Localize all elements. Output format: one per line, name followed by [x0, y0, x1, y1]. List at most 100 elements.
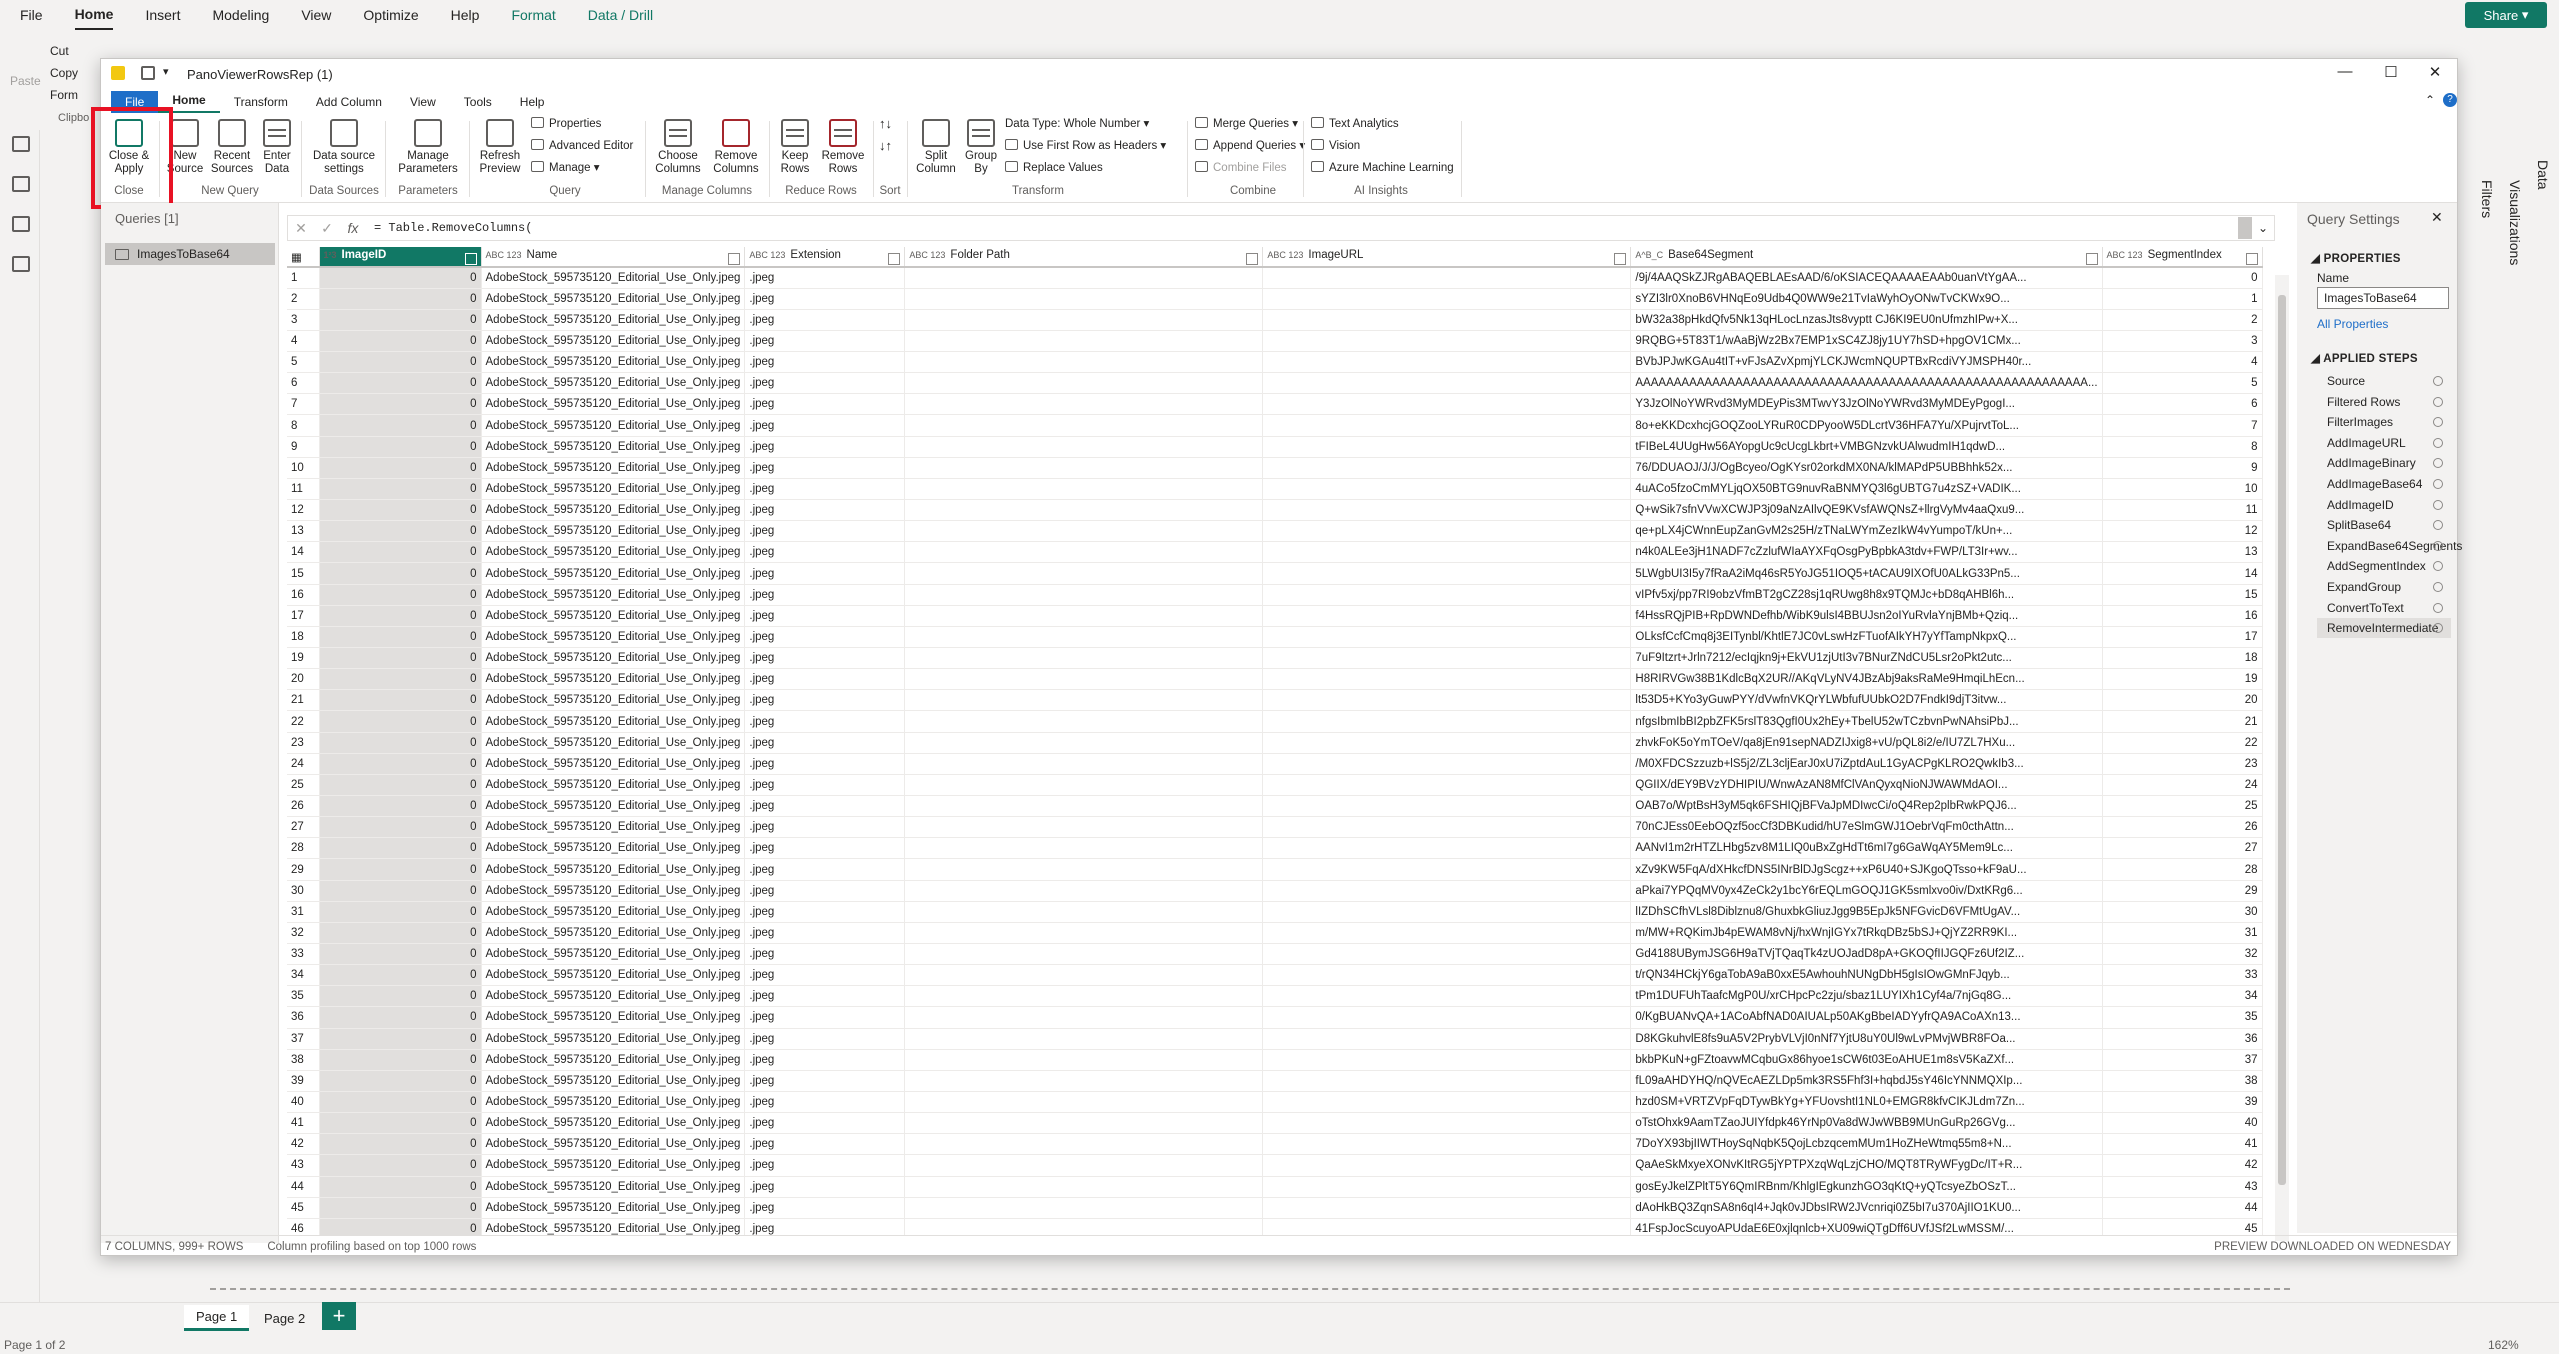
- table-row[interactable]: 4 0 AdobeStock_595735120_Editorial_Use_Onl…: [287, 330, 2263, 353]
- cell-segment-index[interactable]: 38: [2102, 1070, 2263, 1092]
- column-filter-dropdown-icon[interactable]: [2245, 252, 2258, 265]
- pq-tab-transform[interactable]: Transform: [220, 91, 302, 113]
- cell-segment-index[interactable]: 27: [2102, 837, 2263, 860]
- table-row[interactable]: 11 0 AdobeStock_595735120_Editorial_Use_On…: [287, 478, 2263, 501]
- row-number[interactable]: 37: [287, 1028, 320, 1050]
- cell-folder-path[interactable]: [904, 499, 1264, 522]
- cell-extension[interactable]: .jpeg: [744, 309, 906, 331]
- cell-image-id[interactable]: 0: [319, 901, 482, 923]
- cell-base64-segment[interactable]: tFIBeL4UUgHw56AYopgUc9cUcgLkbrt+VMBGNzvk…: [1630, 436, 2103, 458]
- pq-tab-view[interactable]: View: [396, 91, 450, 113]
- cell-image-id[interactable]: 0: [319, 837, 482, 860]
- cell-folder-path[interactable]: [904, 626, 1264, 649]
- cell-image-id[interactable]: 0: [319, 880, 482, 902]
- cell-base64-segment[interactable]: 76/DDUAOJ/J/J/OgBcyeo/OgKYsr02orkdMX0NA/…: [1630, 457, 2103, 479]
- cell-extension[interactable]: .jpeg: [744, 288, 906, 310]
- cell-name[interactable]: AdobeStock_595735120_Editorial_Use_Only.…: [481, 668, 746, 691]
- cell-name[interactable]: AdobeStock_595735120_Editorial_Use_Only.…: [481, 964, 746, 987]
- table-row[interactable]: 18 0 AdobeStock_595735120_Editorial_Use_On…: [287, 626, 2263, 649]
- table-row[interactable]: 42 0 AdobeStock_595735120_Editorial_Use_On…: [287, 1133, 2263, 1156]
- cell-image-id[interactable]: 0: [319, 626, 482, 649]
- cell-base64-segment[interactable]: qe+pLX4jCWnnEupZanGvM2s25H/zTNaLWYmZezIk…: [1630, 520, 2103, 543]
- cell-extension[interactable]: .jpeg: [744, 541, 906, 564]
- row-number[interactable]: 3: [287, 309, 320, 331]
- cell-image-url[interactable]: [1262, 1049, 1632, 1071]
- cell-folder-path[interactable]: [904, 541, 1264, 564]
- cell-base64-segment[interactable]: 70nCJEss0EebOQzf5ocCf3DBKudid/hU7eSlmGWJ…: [1630, 816, 2103, 839]
- cell-image-id[interactable]: 0: [319, 605, 482, 627]
- cell-extension[interactable]: .jpeg: [744, 351, 906, 374]
- cell-name[interactable]: AdobeStock_595735120_Editorial_Use_Only.…: [481, 372, 746, 395]
- cell-segment-index[interactable]: 5: [2102, 372, 2263, 395]
- cell-image-url[interactable]: [1262, 943, 1632, 966]
- cell-image-url[interactable]: [1262, 393, 1632, 416]
- sort-ascending-icon[interactable]: ↑↓: [879, 113, 892, 135]
- cell-image-id[interactable]: 0: [319, 964, 482, 987]
- cell-segment-index[interactable]: 14: [2102, 562, 2263, 585]
- cell-folder-path[interactable]: [904, 309, 1264, 331]
- column-header-imageid[interactable]: 1²3 ImageID: [319, 247, 482, 268]
- row-number[interactable]: 10: [287, 457, 320, 479]
- cell-image-id[interactable]: 0: [319, 1133, 482, 1156]
- applied-step-addsegmentindex[interactable]: AddSegmentIndex: [2317, 556, 2451, 576]
- cell-name[interactable]: AdobeStock_595735120_Editorial_Use_Only.…: [481, 1070, 746, 1092]
- cell-base64-segment[interactable]: 4uACo5fzoCmMYLjqOX50BTG9nuvRaBNMYQ3l6gUB…: [1630, 478, 2103, 501]
- cell-folder-path[interactable]: [904, 1028, 1264, 1050]
- cell-folder-path[interactable]: [904, 605, 1264, 627]
- applied-step-addimagebinary[interactable]: AddImageBinary: [2317, 453, 2451, 473]
- cell-name[interactable]: AdobeStock_595735120_Editorial_Use_Only.…: [481, 267, 746, 289]
- column-filter-dropdown-icon[interactable]: [464, 252, 477, 265]
- cell-name[interactable]: AdobeStock_595735120_Editorial_Use_Only.…: [481, 922, 746, 945]
- table-row[interactable]: 5 0 AdobeStock_595735120_Editorial_Use_Onl…: [287, 351, 2263, 374]
- table-row[interactable]: 32 0 AdobeStock_595735120_Editorial_Use_On…: [287, 922, 2263, 945]
- cell-extension[interactable]: .jpeg: [744, 499, 906, 522]
- cell-folder-path[interactable]: [904, 288, 1264, 310]
- cell-name[interactable]: AdobeStock_595735120_Editorial_Use_Only.…: [481, 584, 746, 606]
- cell-name[interactable]: AdobeStock_595735120_Editorial_Use_Only.…: [481, 1154, 746, 1177]
- table-row[interactable]: 43 0 AdobeStock_595735120_Editorial_Use_On…: [287, 1154, 2263, 1177]
- cell-segment-index[interactable]: 42: [2102, 1154, 2263, 1177]
- cell-image-url[interactable]: [1262, 1006, 1632, 1029]
- cell-segment-index[interactable]: 28: [2102, 858, 2263, 881]
- cell-base64-segment[interactable]: 8o+eKKDcxhcjGOQZooLYRuR0CDPyooW5DLcrtV36…: [1630, 414, 2103, 437]
- cell-name[interactable]: AdobeStock_595735120_Editorial_Use_Only.…: [481, 393, 746, 416]
- cell-extension[interactable]: .jpeg: [744, 626, 906, 649]
- cell-name[interactable]: AdobeStock_595735120_Editorial_Use_Only.…: [481, 1028, 746, 1050]
- cell-folder-path[interactable]: [904, 880, 1264, 902]
- applied-step-addimageurl[interactable]: AddImageURL: [2317, 433, 2451, 453]
- row-number[interactable]: 39: [287, 1070, 320, 1092]
- cell-image-id[interactable]: 0: [319, 562, 482, 585]
- cell-folder-path[interactable]: [904, 436, 1264, 458]
- row-number[interactable]: 15: [287, 562, 320, 585]
- manage-parameters-button[interactable]: Manage Parameters: [393, 119, 463, 176]
- table-row[interactable]: 33 0 AdobeStock_595735120_Editorial_Use_On…: [287, 943, 2263, 966]
- table-row[interactable]: 44 0 AdobeStock_595735120_Editorial_Use_On…: [287, 1176, 2263, 1198]
- cell-image-id[interactable]: 0: [319, 858, 482, 881]
- step-settings-gear-icon[interactable]: [2433, 376, 2443, 386]
- cell-folder-path[interactable]: [904, 1049, 1264, 1071]
- applied-steps-section[interactable]: ◢ APPLIED STEPS: [2311, 351, 2418, 365]
- step-settings-gear-icon[interactable]: [2433, 602, 2443, 613]
- cell-folder-path[interactable]: [904, 1091, 1264, 1114]
- cell-base64-segment[interactable]: nfgsIbmIbBI2pbZFK5rslT83QgfI0Ux2hEy+Tbel…: [1630, 710, 2103, 733]
- table-row[interactable]: 23 0 AdobeStock_595735120_Editorial_Use_On…: [287, 732, 2263, 754]
- cell-image-id[interactable]: 0: [319, 351, 482, 374]
- filters-pane-label[interactable]: Filters: [2479, 180, 2495, 218]
- cell-image-url[interactable]: [1262, 372, 1632, 395]
- table-row[interactable]: 14 0 AdobeStock_595735120_Editorial_Use_On…: [287, 541, 2263, 564]
- close-settings-icon[interactable]: ✕: [2431, 209, 2443, 226]
- cell-extension[interactable]: .jpeg: [744, 478, 906, 501]
- cell-image-url[interactable]: [1262, 880, 1632, 902]
- cell-base64-segment[interactable]: f4HssRQjPIB+RpDWNDefhb/WibK9ulsI4BBUJsn2…: [1630, 605, 2103, 627]
- cell-base64-segment[interactable]: 5LWgbUI3I5y7fRaA2iMq46sR5YoJG51IOQ5+tACA…: [1630, 562, 2103, 585]
- cell-image-url[interactable]: [1262, 1218, 1632, 1235]
- cell-folder-path[interactable]: [904, 964, 1264, 987]
- cell-image-id[interactable]: 0: [319, 393, 482, 416]
- cell-name[interactable]: AdobeStock_595735120_Editorial_Use_Only.…: [481, 710, 746, 733]
- cell-extension[interactable]: .jpeg: [744, 1006, 906, 1029]
- table-row[interactable]: 21 0 AdobeStock_595735120_Editorial_Use_On…: [287, 689, 2263, 712]
- step-settings-gear-icon[interactable]: [2433, 582, 2443, 592]
- collapse-ribbon-icon[interactable]: ⌃: [2425, 93, 2435, 107]
- properties-section[interactable]: ◢ PROPERTIES: [2311, 251, 2401, 265]
- row-number[interactable]: 34: [287, 964, 320, 987]
